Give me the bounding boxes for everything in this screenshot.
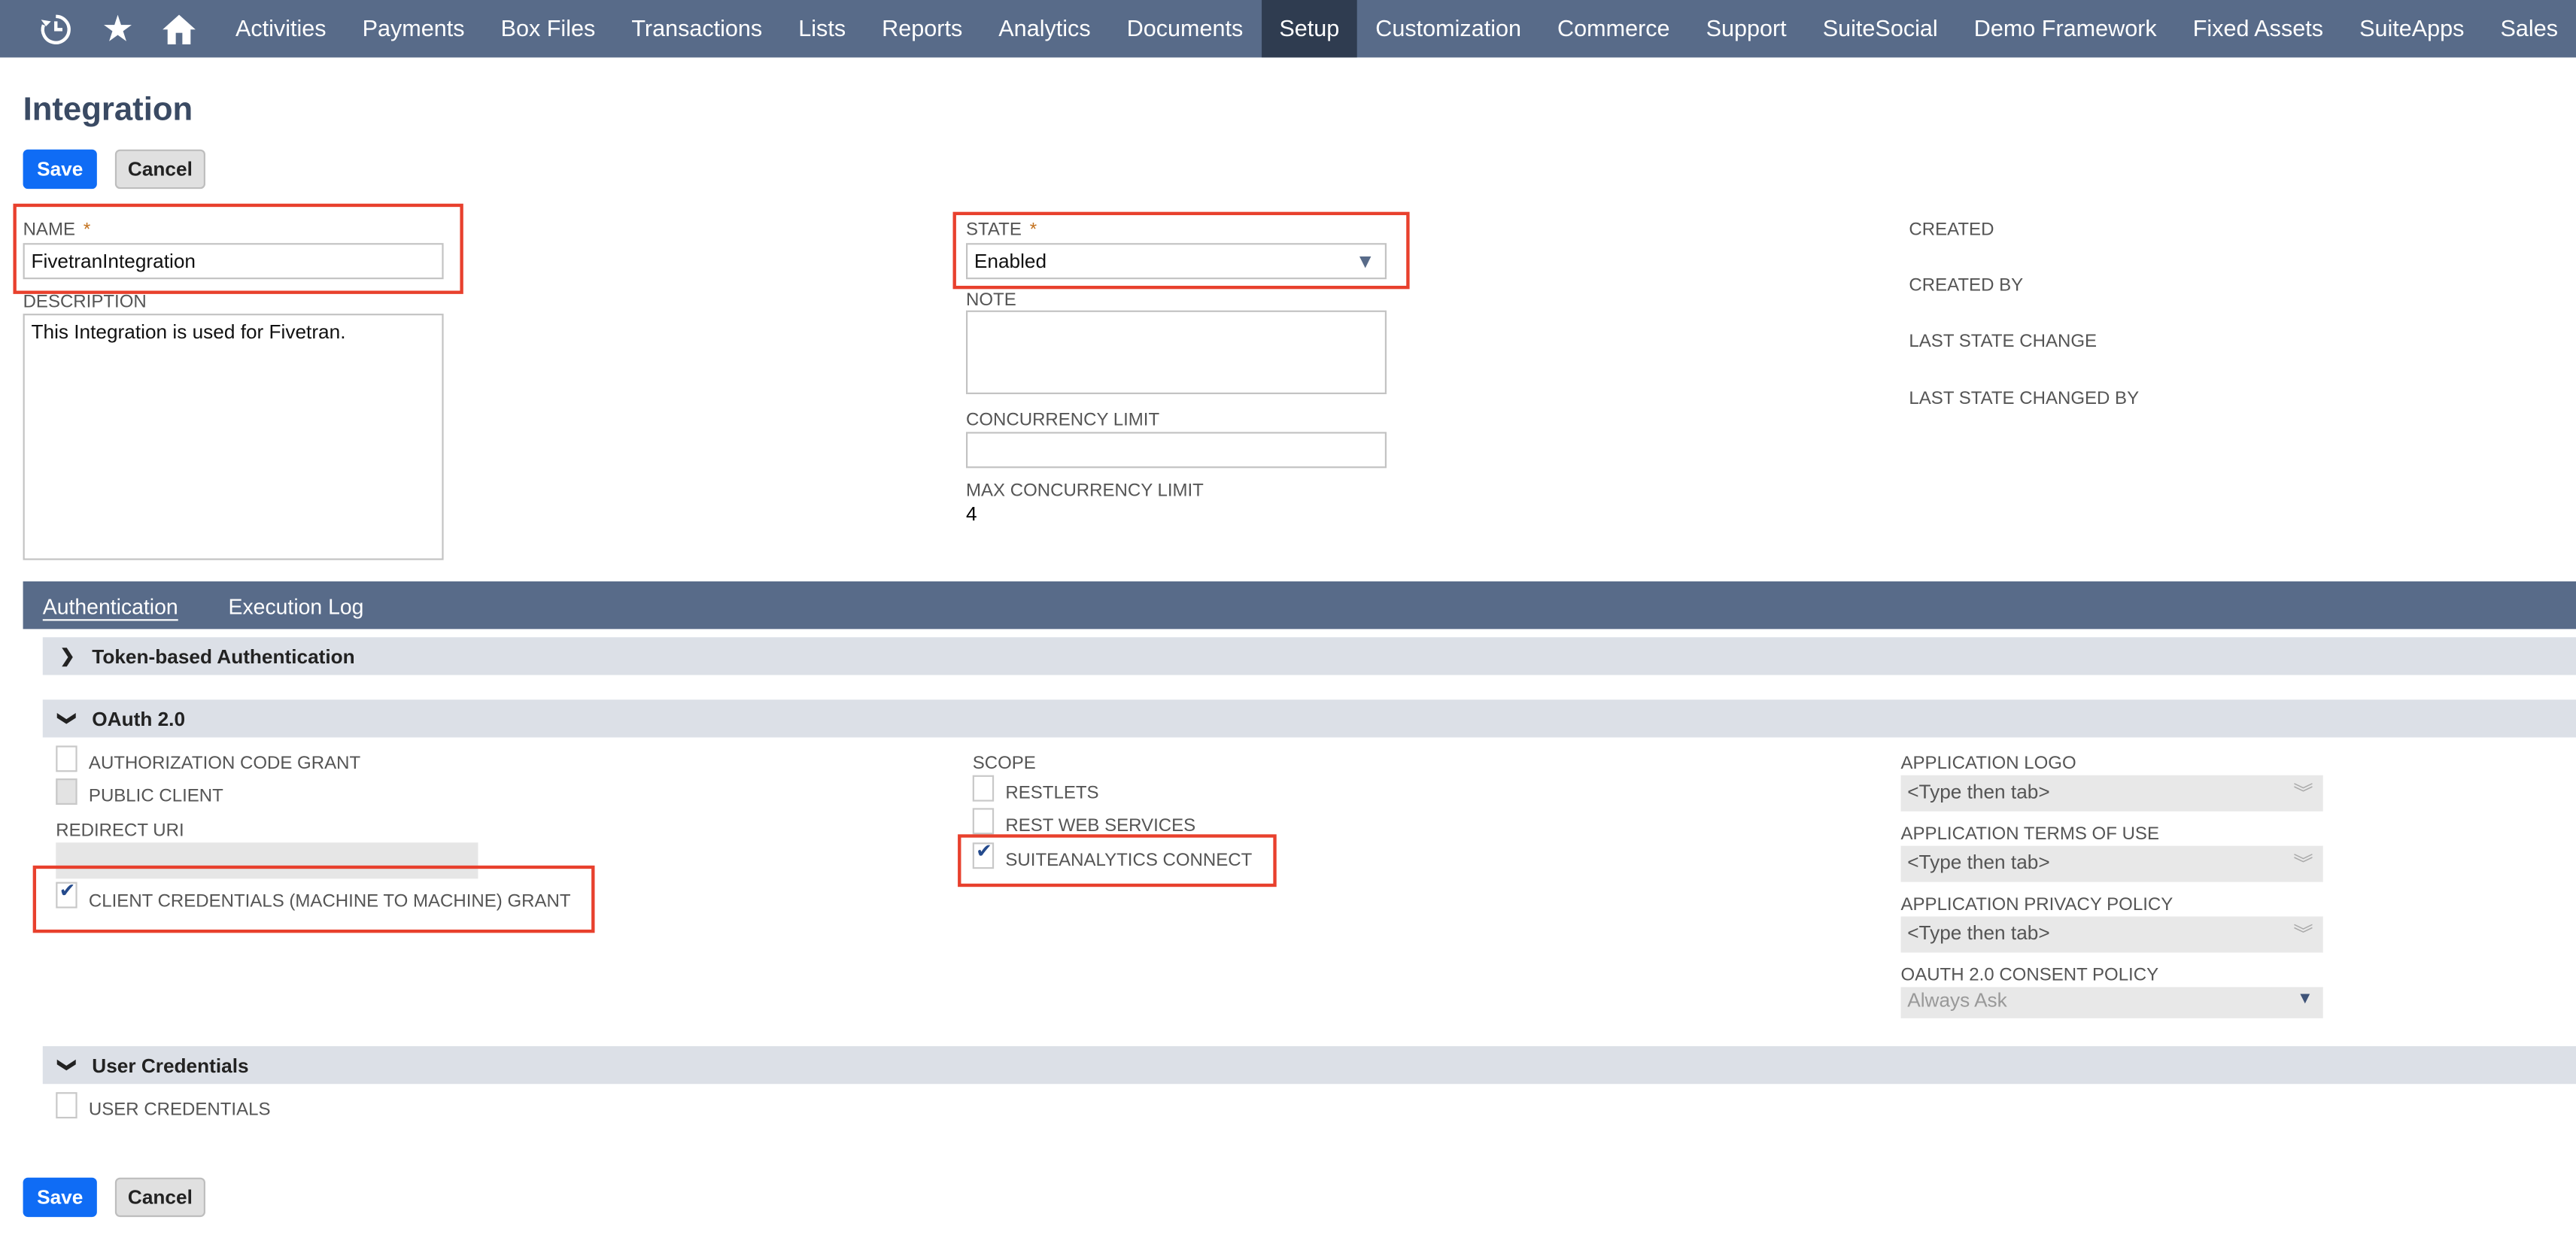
tab-authentication[interactable]: Authentication bbox=[43, 594, 178, 619]
app-privacy-select[interactable]: <Type then tab> ︾ bbox=[1900, 916, 2323, 953]
client-credentials-label: CLIENT CREDENTIALS (MACHINE TO MACHINE) … bbox=[88, 891, 571, 912]
user-credentials-label: USER CREDENTIALS bbox=[88, 1100, 271, 1121]
subtab-bar: Authentication Execution Log bbox=[23, 581, 2576, 630]
nav-item-demo-framework[interactable]: Demo Framework bbox=[1956, 0, 2175, 57]
nav-item-payments[interactable]: Payments bbox=[345, 0, 483, 57]
max-concurrency-value: 4 bbox=[965, 502, 977, 526]
app-terms-label: APPLICATION TERMS OF USE bbox=[1900, 824, 2159, 845]
double-chevron-icon: ︾ bbox=[2293, 923, 2313, 946]
nav-item-analytics[interactable]: Analytics bbox=[980, 0, 1108, 57]
nav-item-support[interactable]: Support bbox=[1688, 0, 1805, 57]
consent-select[interactable]: Always Ask ▼ bbox=[1900, 987, 2323, 1018]
top-nav: ★ Activities Payments Box Files Transaction… bbox=[0, 0, 2576, 58]
app-privacy-label: APPLICATION PRIVACY POLICY bbox=[1900, 895, 2174, 915]
scope-label: SCOPE bbox=[972, 754, 1036, 774]
nav-item-suiteapps[interactable]: SuiteApps bbox=[2341, 0, 2482, 57]
recent-icon[interactable] bbox=[26, 0, 87, 57]
app-terms-select[interactable]: <Type then tab> ︾ bbox=[1900, 845, 2323, 882]
created-by-label: CREATED BY bbox=[1909, 275, 2024, 296]
app-logo-select[interactable]: <Type then tab> ︾ bbox=[1900, 775, 2323, 812]
nav-item-fixed-assets[interactable]: Fixed Assets bbox=[2175, 0, 2341, 57]
last-state-change-label: LAST STATE CHANGE bbox=[1909, 332, 2098, 352]
nav-item-reports[interactable]: Reports bbox=[864, 0, 980, 57]
nav-item-transactions[interactable]: Transactions bbox=[613, 0, 780, 57]
created-label: CREATED bbox=[1909, 220, 1994, 240]
public-client-label: PUBLIC CLIENT bbox=[88, 786, 223, 807]
home-icon[interactable] bbox=[149, 0, 211, 57]
concurrency-input[interactable] bbox=[965, 432, 1387, 469]
public-client-checkbox[interactable] bbox=[56, 778, 77, 805]
app-logo-label: APPLICATION LOGO bbox=[1900, 754, 2076, 774]
page-title: Integration bbox=[23, 92, 193, 129]
rest-web-services-label: REST WEB SERVICES bbox=[1005, 816, 1196, 836]
star-icon[interactable]: ★ bbox=[87, 0, 149, 57]
consent-label: OAUTH 2.0 CONSENT POLICY bbox=[1900, 965, 2159, 986]
state-label: STATE * bbox=[965, 220, 1037, 240]
nav-item-sales[interactable]: Sales bbox=[2482, 0, 2576, 57]
rest-web-services-checkbox[interactable] bbox=[972, 808, 995, 835]
state-select[interactable]: Enabled ▼ bbox=[965, 243, 1387, 280]
save-button-bottom[interactable]: Save bbox=[23, 1177, 97, 1218]
restlets-checkbox[interactable] bbox=[972, 775, 995, 802]
last-state-changed-by-label: LAST STATE CHANGED BY bbox=[1909, 389, 2140, 409]
restlets-label: RESTLETS bbox=[1005, 783, 1099, 803]
double-chevron-icon: ︾ bbox=[2293, 852, 2313, 875]
max-concurrency-label: MAX CONCURRENCY LIMIT bbox=[965, 481, 1204, 502]
note-label: NOTE bbox=[965, 290, 1016, 311]
concurrency-label: CONCURRENCY LIMIT bbox=[965, 410, 1160, 431]
note-textarea[interactable] bbox=[965, 310, 1387, 395]
section-token-auth[interactable]: ❯ Token-based Authentication bbox=[42, 637, 2576, 675]
auth-code-grant-label: AUTHORIZATION CODE GRANT bbox=[88, 754, 361, 774]
name-label: NAME * bbox=[23, 220, 91, 240]
suiteanalytics-label: SUITEANALYTICS CONNECT bbox=[1005, 851, 1253, 871]
section-user-credentials[interactable]: ❯ User Credentials bbox=[42, 1045, 2576, 1085]
client-credentials-checkbox[interactable] bbox=[56, 878, 77, 909]
nav-item-lists[interactable]: Lists bbox=[780, 0, 864, 57]
nav-item-commerce[interactable]: Commerce bbox=[1539, 0, 1688, 57]
nav-item-activities[interactable]: Activities bbox=[217, 0, 345, 57]
tab-execution-log[interactable]: Execution Log bbox=[229, 594, 364, 619]
state-value: Enabled bbox=[974, 249, 1047, 273]
nav-item-setup[interactable]: Setup bbox=[1261, 0, 1358, 58]
chevron-down-icon: ❯ bbox=[56, 1057, 77, 1073]
nav-item-suitesocial[interactable]: SuiteSocial bbox=[1805, 0, 1956, 57]
redirect-uri-label: REDIRECT URI bbox=[56, 821, 184, 842]
cancel-button-bottom[interactable]: Cancel bbox=[114, 1177, 205, 1218]
section-oauth[interactable]: ❯ OAuth 2.0 bbox=[42, 699, 2576, 738]
nav-item-documents[interactable]: Documents bbox=[1109, 0, 1262, 57]
nav-item-box-files[interactable]: Box Files bbox=[483, 0, 614, 57]
dropdown-arrow-icon: ▼ bbox=[1355, 249, 1375, 273]
user-credentials-checkbox[interactable] bbox=[56, 1092, 77, 1119]
cancel-button[interactable]: Cancel bbox=[114, 149, 205, 190]
description-textarea[interactable]: This Integration is used for Fivetran. bbox=[23, 314, 444, 560]
description-label: DESCRIPTION bbox=[23, 292, 147, 312]
name-input[interactable] bbox=[23, 243, 444, 280]
nav-item-customization[interactable]: Customization bbox=[1357, 0, 1539, 57]
chevron-right-icon: ❯ bbox=[59, 647, 75, 667]
save-button[interactable]: Save bbox=[23, 149, 97, 190]
chevron-down-icon: ❯ bbox=[56, 711, 77, 727]
double-chevron-icon: ︾ bbox=[2293, 781, 2313, 805]
auth-code-grant-checkbox[interactable] bbox=[56, 745, 77, 772]
dropdown-arrow-icon: ▼ bbox=[2296, 990, 2313, 1009]
suiteanalytics-checkbox[interactable] bbox=[972, 839, 995, 869]
